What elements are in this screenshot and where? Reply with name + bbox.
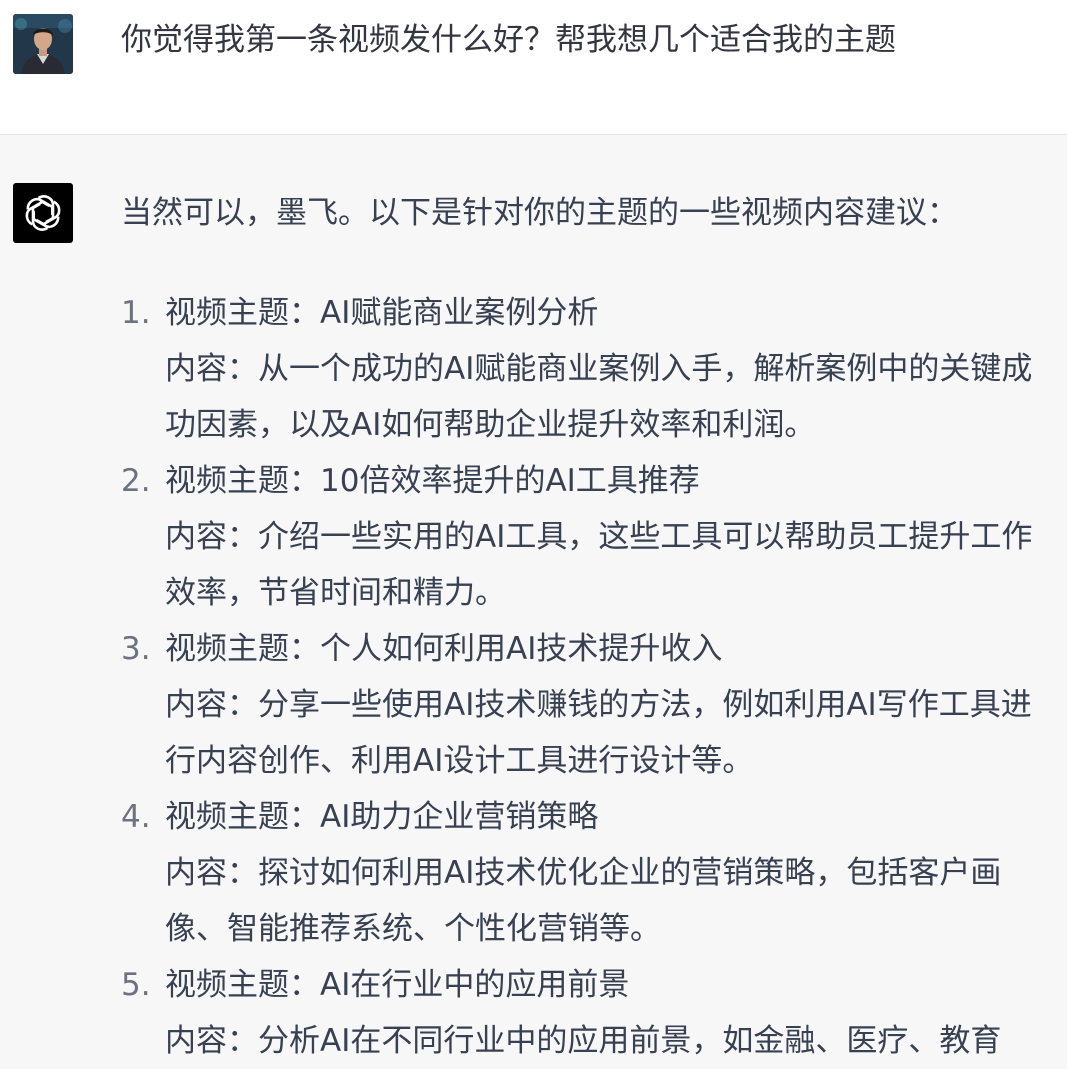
video-topic-title: 视频主题：AI在行业中的应用前景 (165, 967, 630, 1003)
list-item: 3. 视频主题：个人如何利用AI技术提升收入 内容：分享一些使用AI技术赚钱的方… (121, 621, 1051, 789)
suggestion-list: 1. 视频主题：AI赋能商业案例分析 内容：从一个成功的AI赋能商业案例入手，解… (121, 285, 1051, 1069)
video-topic-title: 视频主题：AI赋能商业案例分析 (165, 295, 599, 331)
video-topic-title: 视频主题：个人如何利用AI技术提升收入 (165, 631, 723, 667)
list-item: 5. 视频主题：AI在行业中的应用前景 内容：分析AI在不同行业中的应用前景，如… (121, 957, 1051, 1069)
list-number: 2. (121, 463, 151, 499)
video-topic-content: 内容：探讨如何利用AI技术优化企业的营销策略，包括客户画像、智能推荐系统、个性化… (165, 855, 1002, 947)
assistant-intro-text: 当然可以，墨飞。以下是针对你的主题的一些视频内容建议： (121, 195, 958, 231)
assistant-avatar (13, 183, 73, 243)
list-number: 1. (121, 295, 151, 331)
video-topic-title: 视频主题：10倍效率提升的AI工具推荐 (165, 463, 700, 499)
user-message-text: 你觉得我第一条视频发什么好？帮我想几个适合我的主题 (121, 22, 896, 58)
list-item: 2. 视频主题：10倍效率提升的AI工具推荐 内容：介绍一些实用的AI工具，这些… (121, 453, 1051, 621)
video-topic-content: 内容：分享一些使用AI技术赚钱的方法，例如利用AI写作工具进行内容创作、利用AI… (165, 687, 1032, 779)
video-topic-title: 视频主题：AI助力企业营销策略 (165, 799, 599, 835)
assistant-message-row: 当然可以，墨飞。以下是针对你的主题的一些视频内容建议： 1. 视频主题：AI赋能… (0, 135, 1067, 1064)
list-item: 1. 视频主题：AI赋能商业案例分析 内容：从一个成功的AI赋能商业案例入手，解… (121, 285, 1051, 453)
video-topic-content: 内容：介绍一些实用的AI工具，这些工具可以帮助员工提升工作效率，节省时间和精力。 (165, 519, 1033, 611)
user-avatar (13, 14, 73, 74)
list-number: 3. (121, 631, 151, 667)
video-topic-content: 内容：分析AI在不同行业中的应用前景，如金融、医疗、教育 (165, 1023, 1002, 1059)
openai-logo-icon (25, 195, 61, 231)
list-item: 4. 视频主题：AI助力企业营销策略 内容：探讨如何利用AI技术优化企业的营销策… (121, 789, 1051, 957)
list-number: 4. (121, 799, 151, 835)
user-avatar-photo-icon (13, 14, 73, 74)
video-topic-content: 内容：从一个成功的AI赋能商业案例入手，解析案例中的关键成功因素，以及AI如何帮… (165, 351, 1033, 443)
list-number: 5. (121, 967, 151, 1003)
user-message-row: 你觉得我第一条视频发什么好？帮我想几个适合我的主题 (0, 0, 1067, 135)
